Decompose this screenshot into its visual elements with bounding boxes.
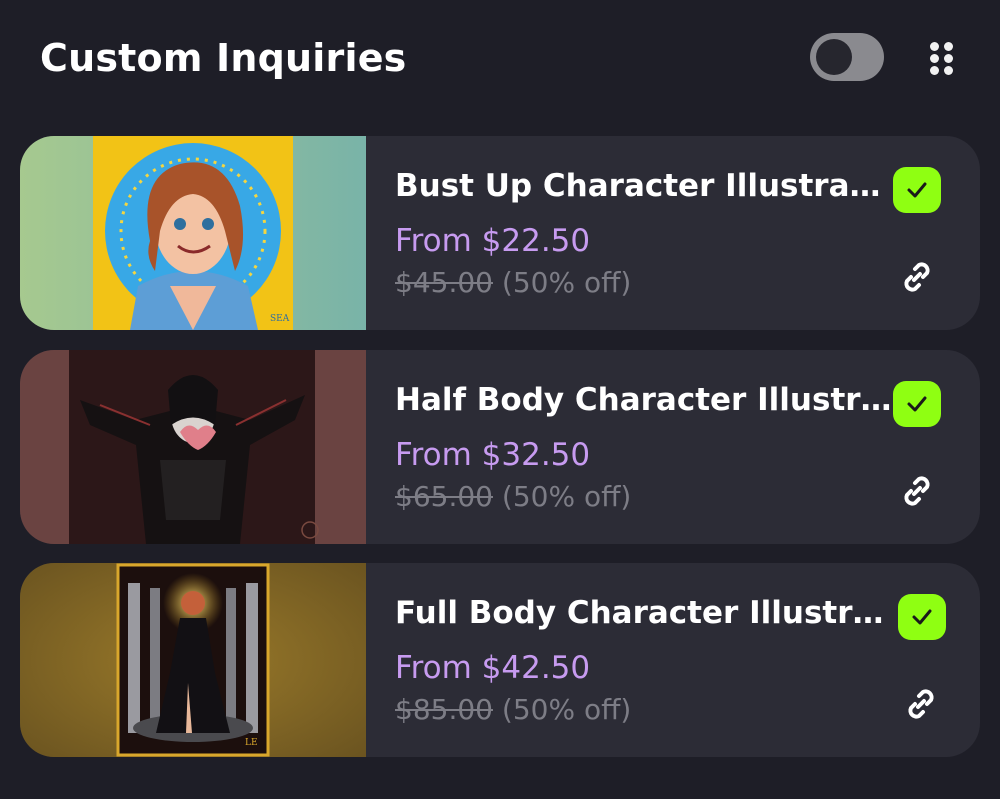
discount-label: (50% off) [501,266,632,299]
svg-text:LE: LE [245,738,258,748]
link-icon[interactable] [898,258,936,296]
item-title: Full Body Character Illustratio... [395,595,895,631]
original-price: $85.00 [395,693,493,726]
header: Custom Inquiries [40,30,960,90]
half-body-thumbnail [20,350,366,544]
link-icon[interactable] [898,472,936,510]
link-icon[interactable] [902,685,940,723]
page-title: Custom Inquiries [40,36,407,80]
check-icon[interactable] [898,594,946,640]
item-title: Half Body Character Illustrati... [395,382,895,418]
full-body-thumbnail: LE [20,563,366,757]
item-title: Bust Up Character Illustration [395,168,895,204]
item-price: From $22.50 [395,223,591,259]
item-price: From $42.50 [395,650,591,686]
check-icon[interactable] [893,381,941,427]
bust-up-thumbnail: SEA [20,136,366,330]
inquiry-card-bust-up[interactable]: SEA Bust Up Character Illustration From … [20,136,980,330]
item-price: From $32.50 [395,437,591,473]
original-price: $45.00 [395,266,493,299]
price-original-row: $65.00 (50% off) [395,480,631,513]
price-original-row: $85.00 (50% off) [395,693,631,726]
inquiry-card-half-body[interactable]: Half Body Character Illustrati... From $… [20,350,980,544]
inquiry-card-full-body[interactable]: LE Full Body Character Illustratio... Fr… [20,563,980,757]
custom-inquiries-toggle[interactable] [810,33,884,81]
discount-label: (50% off) [501,480,632,513]
price-original-row: $45.00 (50% off) [395,266,631,299]
svg-text:SEA: SEA [270,314,290,324]
toggle-knob [816,39,852,75]
discount-label: (50% off) [501,693,632,726]
original-price: $65.00 [395,480,493,513]
check-icon[interactable] [893,167,941,213]
grid-dots-icon[interactable] [930,42,954,76]
